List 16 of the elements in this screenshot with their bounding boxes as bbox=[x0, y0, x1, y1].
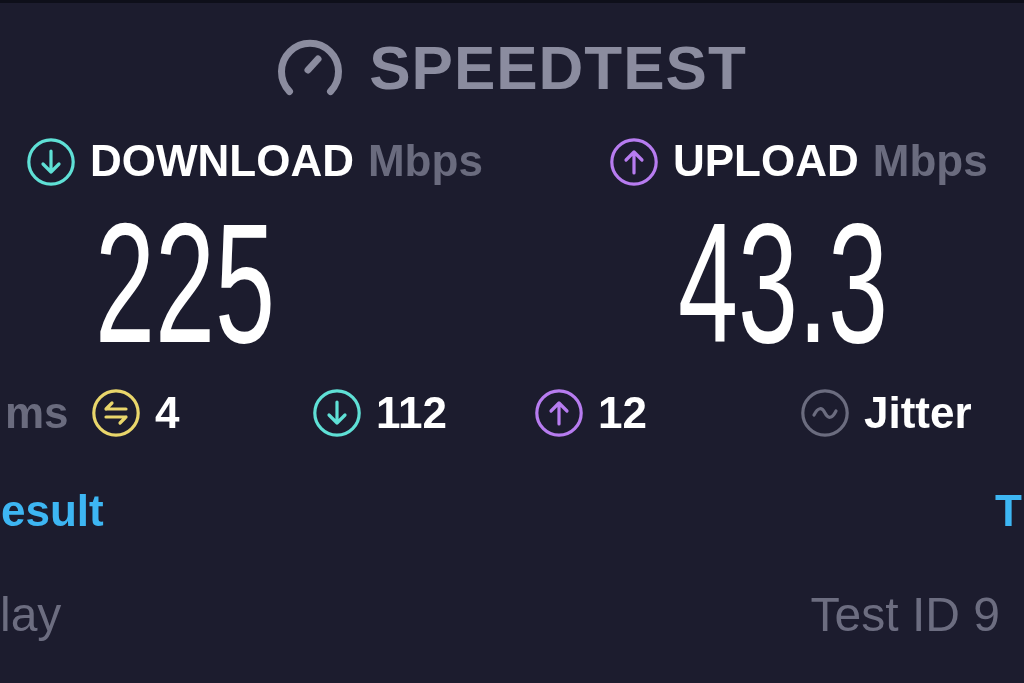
caption-text: lay bbox=[0, 587, 62, 643]
stat-value: 112 bbox=[376, 387, 447, 439]
unit-label: ms bbox=[4, 387, 69, 437]
stat-value: 12 bbox=[598, 387, 647, 439]
metric-label: UPLOAD bbox=[673, 136, 859, 187]
app-title: SPEEDTEST bbox=[369, 33, 747, 103]
speed-value: 43.3 bbox=[678, 198, 889, 368]
unit-label: Mbps bbox=[872, 136, 988, 187]
stat-value: 4 bbox=[155, 387, 180, 439]
link-text[interactable]: esult bbox=[1, 485, 104, 537]
unit-label: Mbps bbox=[367, 136, 483, 187]
speed-value: 225 bbox=[95, 198, 276, 368]
metric-label: DOWNLOAD bbox=[90, 136, 354, 187]
link-text[interactable]: T bbox=[995, 485, 1022, 537]
test-id-text: Test ID 9 bbox=[810, 587, 1000, 643]
stat-label: Jitter bbox=[864, 387, 972, 439]
